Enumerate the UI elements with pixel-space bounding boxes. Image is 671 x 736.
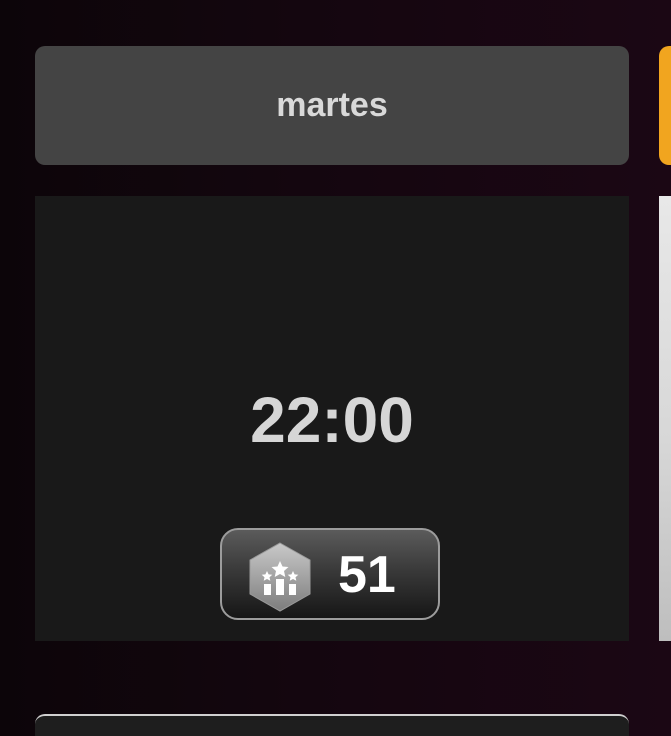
rank-badge: 51 xyxy=(220,528,440,620)
time-slot-card[interactable]: 22:00 51 xyxy=(35,196,629,641)
day-tab-martes[interactable]: martes xyxy=(35,46,629,165)
next-row-card-edge[interactable] xyxy=(35,714,629,736)
podium-stars-icon xyxy=(247,541,313,613)
day-tab-label: martes xyxy=(276,86,388,124)
next-day-tab[interactable] xyxy=(659,46,671,165)
next-slot-card-preview[interactable] xyxy=(659,196,671,641)
slot-time: 22:00 xyxy=(250,384,414,456)
rank-count: 51 xyxy=(338,546,396,604)
